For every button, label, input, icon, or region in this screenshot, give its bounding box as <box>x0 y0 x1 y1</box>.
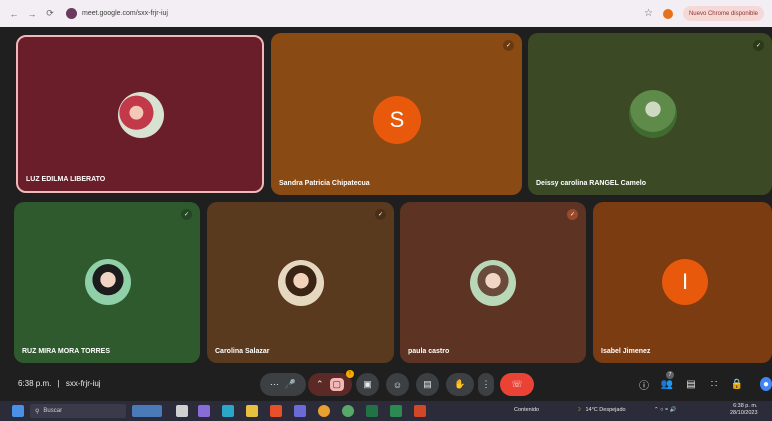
participant-name: Isabel Jimenez <box>601 348 651 355</box>
participant-tile[interactable]: ✓ Deissy carolina RANGEL Camelo <box>528 33 772 195</box>
store-icon[interactable] <box>270 405 282 417</box>
mic-button[interactable]: ⋯ 🎤 <box>260 373 306 396</box>
more-audio-icon: ⋯ <box>269 379 279 389</box>
present-screen-icon: ▣ <box>363 379 372 389</box>
captions-icon: ▤ <box>423 379 432 389</box>
participant-avatar <box>278 260 324 306</box>
muted-mic-icon: ✓ <box>753 40 764 51</box>
browser-toolbar: ← → ⟳ meet.google.com/sxx-frjr-iuj ☆ Nue… <box>0 0 772 27</box>
camera-off-icon: ▢ <box>329 378 345 391</box>
chrome-active-icon[interactable] <box>342 405 354 417</box>
back-icon[interactable]: ← <box>8 8 20 20</box>
task-view-icon[interactable] <box>176 405 188 417</box>
panel-toggle-icon[interactable]: ● <box>760 377 772 391</box>
participant-name: Carolina Salazar <box>215 348 270 355</box>
system-tray-icons[interactable]: ⌃ ○ ≈ 🔊 <box>654 407 676 413</box>
captions-button[interactable]: ▤ <box>416 373 439 396</box>
moon-icon: ☽ <box>576 407 581 413</box>
teams-icon[interactable] <box>294 405 306 417</box>
participant-name: Sandra Patricia Chipatecua <box>279 180 370 187</box>
meet-stage: LUZ EDILMA LIBERATO ✓ S Sandra Patricia … <box>0 27 772 401</box>
reload-icon[interactable]: ⟳ <box>44 8 56 20</box>
file-explorer-icon[interactable] <box>246 405 258 417</box>
search-icon: ⚲ <box>35 408 40 415</box>
present-button[interactable]: ▣ <box>356 373 379 396</box>
participant-avatar <box>470 260 516 306</box>
more-vert-icon: ⋮ <box>481 379 491 389</box>
activities-icon[interactable]: ∷ <box>707 377 721 391</box>
app-root: ← → ⟳ meet.google.com/sxx-frjr-iuj ☆ Nue… <box>0 0 772 421</box>
participant-name: paula castro <box>408 348 450 355</box>
weather-widget[interactable]: ☽ 14°C Despejado <box>576 407 626 413</box>
meeting-controls-bar: 6:38 p.m. | sxx-frjr-iuj ⋯ 🎤 ⌃ ▢ ! ▣ ☺ ▤… <box>0 370 772 401</box>
muted-mic-icon: ✓ <box>181 209 192 220</box>
profile-avatar[interactable] <box>662 8 673 19</box>
windows-start-icon[interactable] <box>12 405 24 417</box>
participant-avatar <box>118 92 164 138</box>
participant-tile[interactable]: ✓ paula castro <box>400 202 586 363</box>
host-controls-icon[interactable]: 🔒 <box>730 377 744 391</box>
os-taskbar: ⚲ Buscar Contenido ☽ 14°C Despejado ⌃ ○ … <box>0 401 772 421</box>
taskbar-app-label[interactable]: Contenido <box>514 407 539 413</box>
taskbar-clock[interactable]: 6:38 p. m. 28/10/2023 <box>730 403 758 417</box>
muted-mic-icon: ✓ <box>567 209 578 220</box>
address-bar[interactable]: meet.google.com/sxx-frjr-iuj <box>66 5 644 22</box>
camera-button[interactable]: ⌃ ▢ ! <box>308 370 354 396</box>
people-icon[interactable]: 👥 7 <box>660 371 674 391</box>
avatar-initial: S <box>389 107 405 132</box>
site-favicon-icon <box>66 8 77 19</box>
bookmark-star-icon[interactable]: ☆ <box>644 8 653 19</box>
camera-alert-badge: ! <box>346 370 354 378</box>
powerpoint-icon[interactable] <box>414 405 426 417</box>
widgets-icon[interactable] <box>132 405 162 417</box>
participant-avatar <box>85 259 131 305</box>
chevron-up-icon: ⌃ <box>315 379 324 389</box>
chat-icon[interactable]: ▤ <box>684 377 698 391</box>
avatar-initial: I <box>681 269 689 294</box>
chrome-update-button[interactable]: Nuevo Chrome disponible <box>682 6 764 21</box>
excel-icon-2[interactable] <box>390 405 402 417</box>
leave-call-button[interactable]: ☏ <box>500 373 534 396</box>
participant-avatar: S <box>373 96 421 144</box>
excel-icon[interactable] <box>366 405 378 417</box>
participant-name: RUZ MIRA MORA TORRES <box>22 348 111 355</box>
raise-hand-icon: ✋ <box>454 379 466 389</box>
participant-tile[interactable]: I Isabel Jimenez <box>593 202 772 363</box>
search-placeholder: Buscar <box>43 408 63 414</box>
meeting-time-code: 6:38 p.m. | sxx-frjr-iuj <box>18 379 101 388</box>
mic-icon: 🎤 <box>284 379 297 389</box>
more-options-button[interactable]: ⋮ <box>478 373 494 396</box>
info-icon[interactable]: ⓘ <box>637 377 651 392</box>
participant-name: Deissy carolina RANGEL Camelo <box>536 180 646 187</box>
participant-avatar: I <box>662 259 708 305</box>
emoji-icon: ☺ <box>392 379 403 390</box>
participant-avatar <box>629 90 677 138</box>
participant-tile[interactable]: ✓ S Sandra Patricia Chipatecua <box>271 33 522 195</box>
emoji-button[interactable]: ☺ <box>386 373 409 396</box>
copilot-icon[interactable] <box>198 405 210 417</box>
muted-mic-icon: ✓ <box>375 209 386 220</box>
raise-hand-button[interactable]: ✋ <box>446 373 474 396</box>
people-count-badge: 7 <box>666 371 674 379</box>
muted-mic-icon: ✓ <box>503 40 514 51</box>
edge-icon[interactable] <box>222 405 234 417</box>
hangup-icon: ☏ <box>511 379 523 389</box>
participant-tile[interactable]: ✓ Carolina Salazar <box>207 202 394 363</box>
taskbar-search[interactable]: ⚲ Buscar <box>30 404 126 418</box>
forward-icon[interactable]: → <box>26 8 38 20</box>
participant-tile[interactable]: LUZ EDILMA LIBERATO <box>16 35 264 193</box>
participant-name: LUZ EDILMA LIBERATO <box>26 176 106 183</box>
participant-tile[interactable]: ✓ RUZ MIRA MORA TORRES <box>14 202 200 363</box>
chrome-icon[interactable] <box>318 405 330 417</box>
url-text[interactable]: meet.google.com/sxx-frjr-iuj <box>82 10 168 17</box>
